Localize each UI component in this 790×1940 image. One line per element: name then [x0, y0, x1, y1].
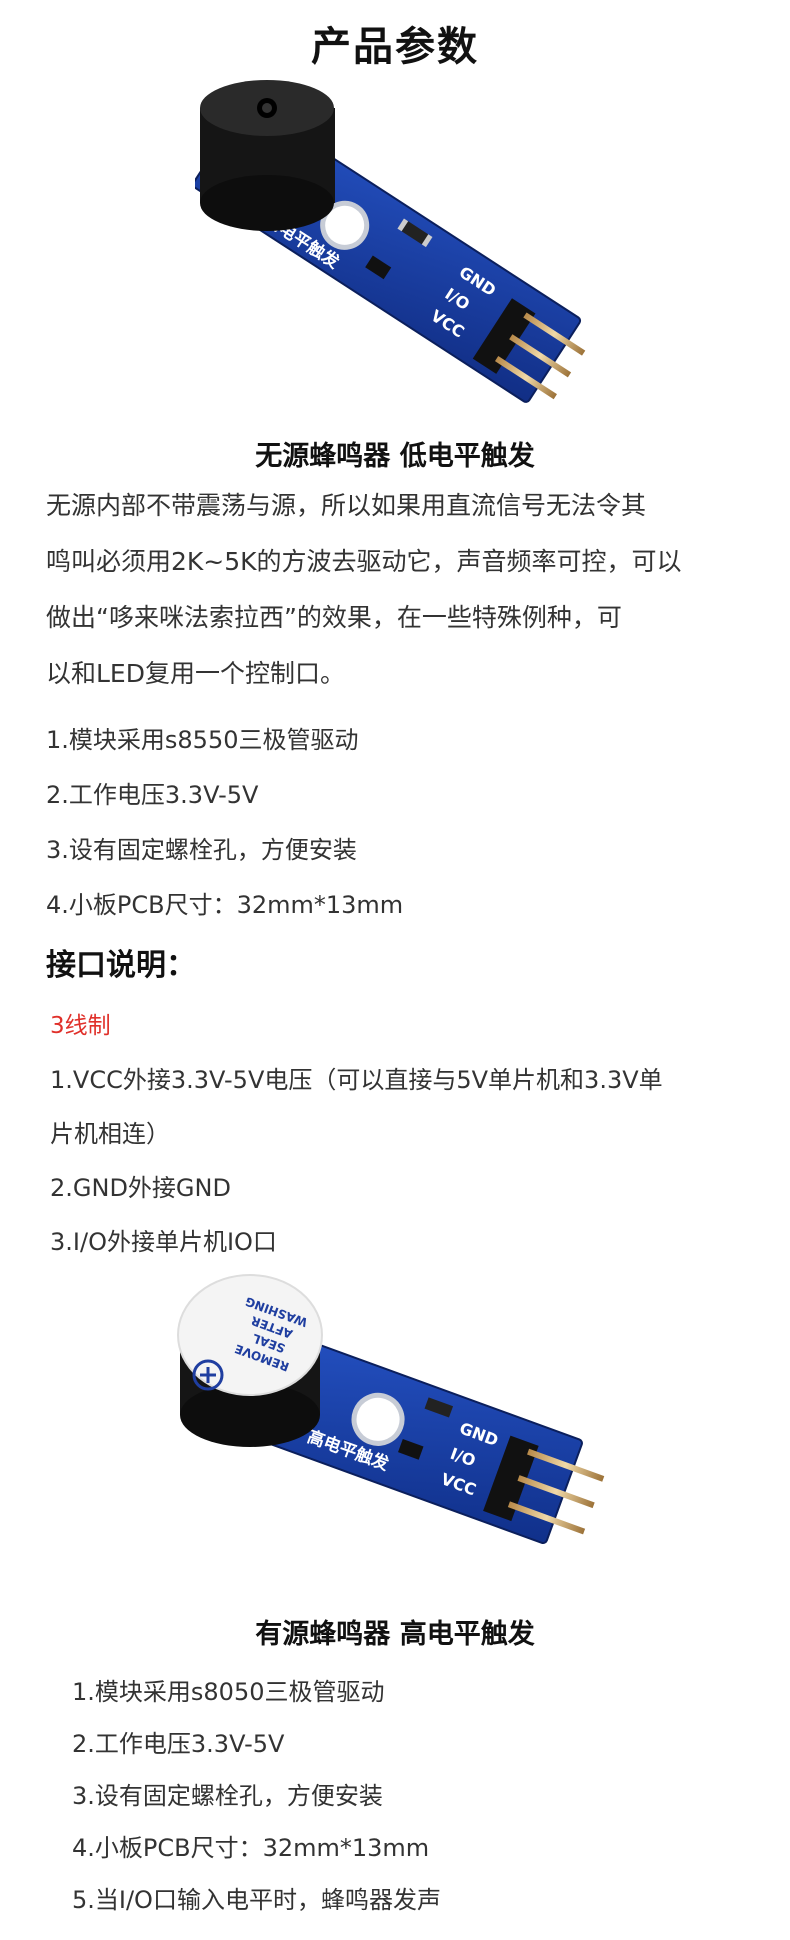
wire-note: 3线制 [50, 1013, 111, 1039]
page-title: 产品参数 [311, 24, 479, 70]
interface-line: 2.GND外接GND [50, 1174, 231, 1202]
buzzer-body: REMOVE SEAL AFTER WASHING [177, 1274, 323, 1447]
description-line: 无源内部不带震荡与源，所以如果用直流信号无法令其 [46, 491, 647, 520]
spec-item: 1.模块采用s8050三极管驱动 [72, 1678, 385, 1706]
spec-item: 4.小板PCB尺寸：32mm*13mm [46, 891, 404, 919]
description-line: 以和LED复用一个控制口。 [46, 659, 345, 688]
spec-item: 4.小板PCB尺寸：32mm*13mm [72, 1834, 430, 1862]
spec-item: 2.工作电压3.3V-5V [46, 781, 259, 809]
description-line: 做出“哆来咪法索拉西”的效果，在一些特殊例种，可 [46, 603, 622, 632]
active-buzzer-caption: 有源蜂鸣器 高电平触发 [255, 1619, 535, 1650]
spec-item: 5.当I/O口输入电平时，蜂鸣器发声 [72, 1886, 441, 1914]
description-line: 鸣叫必须用2K~5K的方波去驱动它，声音频率可控，可以 [46, 547, 682, 576]
interface-line: 1.VCC外接3.3V-5V电压（可以直接与5V单片机和3.3V单 [50, 1066, 663, 1094]
interface-heading: 接口说明： [46, 948, 196, 983]
spec-item: 3.设有固定螺栓孔，方便安装 [46, 836, 357, 864]
passive-buzzer-caption: 无源蜂鸣器 低电平触发 [255, 441, 535, 472]
active-buzzer-image: GND I/O VCC 高电平触发 REMOVE SEAL AFTER WASH… [170, 1265, 620, 1605]
interface-line: 片机相连） [50, 1120, 170, 1148]
spec-item: 3.设有固定螺栓孔，方便安装 [72, 1782, 383, 1810]
buzzer-body [200, 80, 335, 231]
interface-line: 3.I/O外接单片机IO口 [50, 1228, 277, 1256]
passive-buzzer-image: GND I/O VCC 低电平触发 [192, 78, 595, 438]
spec-item: 2.工作电压3.3V-5V [72, 1730, 285, 1758]
spec-item: 1.模块采用s8550三极管驱动 [46, 726, 359, 754]
